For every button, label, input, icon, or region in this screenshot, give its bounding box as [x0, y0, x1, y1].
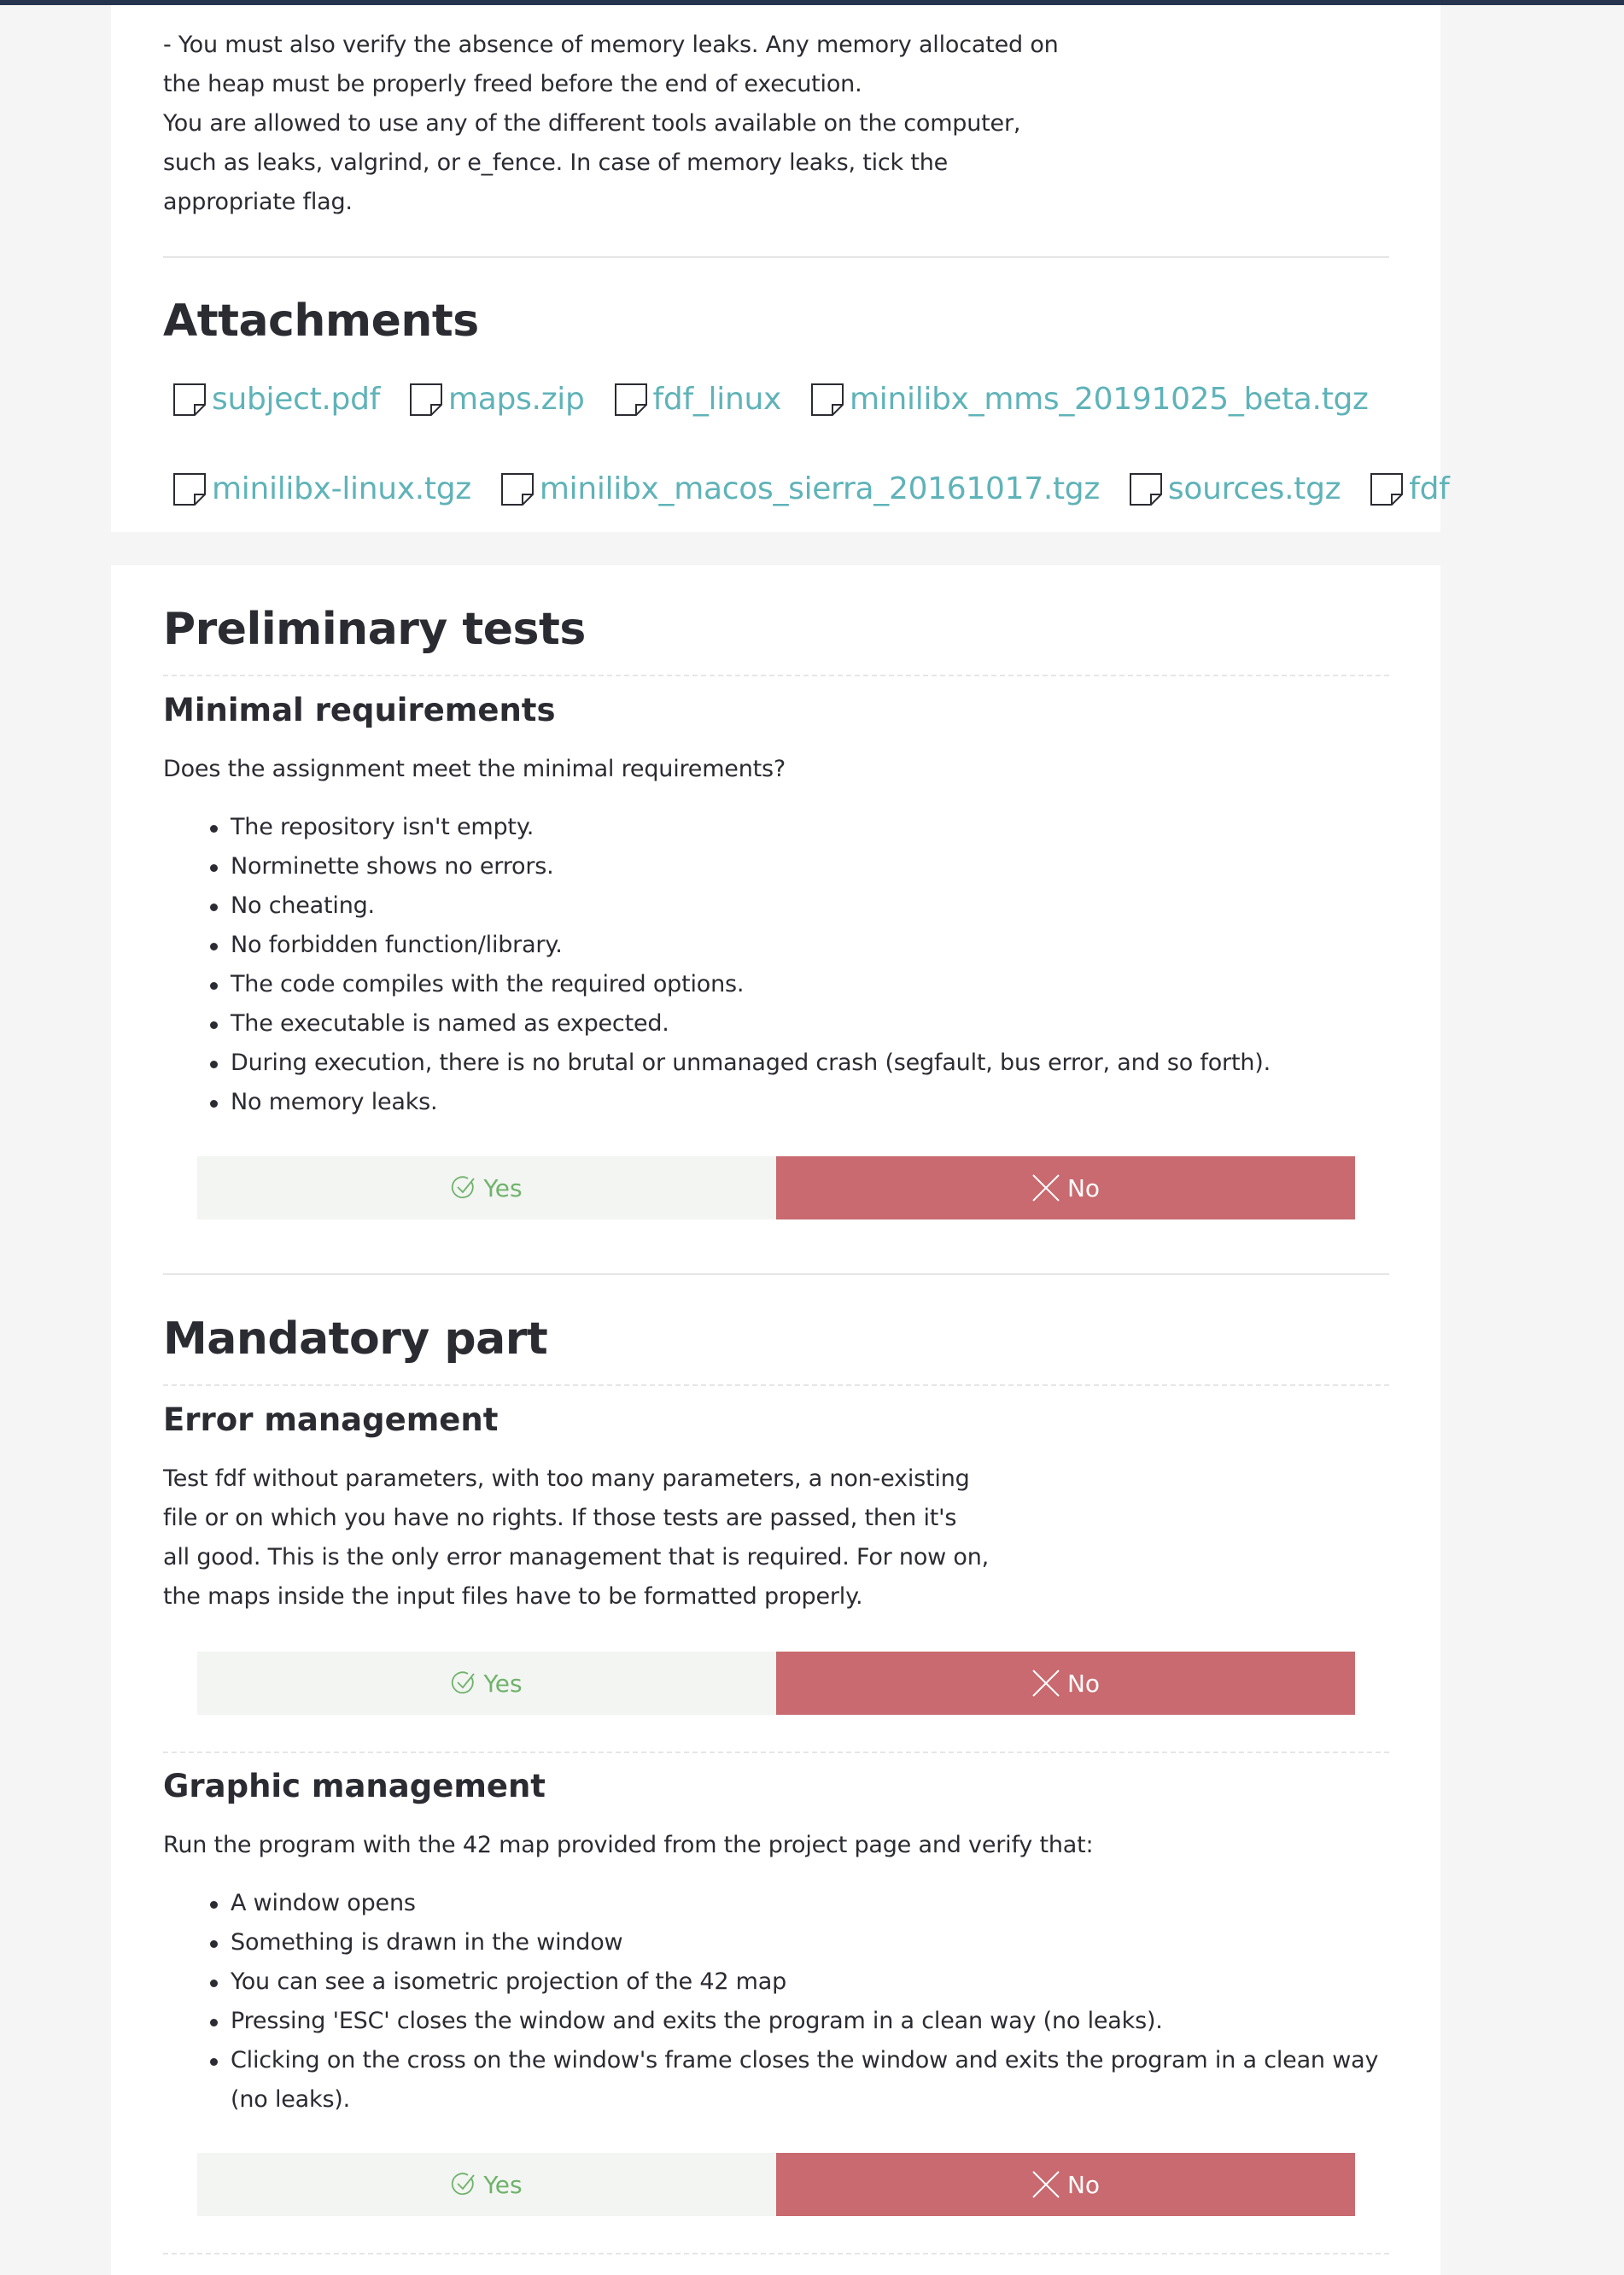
list-item: Norminette shows no errors. — [163, 847, 1389, 886]
list-item: You can see a isometric projection of th… — [163, 1962, 1393, 2002]
attachments-card: - You must also verify the absence of me… — [111, 5, 1450, 532]
file-icon — [409, 383, 445, 417]
list-item: No memory leaks. — [163, 1083, 1389, 1122]
list-item: The code compiles with the required opti… — [163, 965, 1389, 1004]
check-circle-icon — [451, 1175, 476, 1201]
attachments-row: subject.pdf maps.zip fdf_linux minilibx_… — [172, 381, 1398, 418]
error-line: all good. This is the only error managem… — [163, 1544, 990, 1570]
yes-button[interactable]: Yes — [197, 1156, 776, 1219]
cross-icon — [1031, 1669, 1060, 1698]
no-label: No — [1066, 2170, 1101, 2199]
error-line: file or on which you have no rights. If … — [163, 1505, 957, 1531]
divider — [163, 1752, 1389, 1753]
attachment-fdf-linux[interactable]: fdf_linux — [614, 381, 781, 418]
intro-line: - You must also verify the absence of me… — [163, 32, 1059, 58]
file-icon — [810, 383, 846, 417]
list-item: A window opens — [163, 1884, 1393, 1923]
mandatory-title: Mandatory part — [163, 1313, 548, 1365]
divider — [163, 1273, 1389, 1275]
attachment-label: minilibx_mms_20191025_beta.tgz — [850, 382, 1369, 417]
list-item: No forbidden function/library. — [163, 926, 1389, 965]
attachment-fdf[interactable]: fdf — [1370, 471, 1450, 508]
attachment-label: minilibx-linux.tgz — [212, 471, 471, 506]
no-label: No — [1066, 1173, 1101, 1202]
error-management-buttons: Yes No — [197, 1652, 1355, 1715]
no-label: No — [1066, 1669, 1101, 1698]
yes-button[interactable]: Yes — [197, 1652, 776, 1715]
check-circle-icon — [451, 2172, 476, 2197]
no-button[interactable]: No — [776, 1652, 1355, 1715]
attachment-minilibx-linux[interactable]: minilibx-linux.tgz — [172, 471, 471, 508]
divider — [163, 2253, 1389, 2255]
attachments-row: minilibx-linux.tgz minilibx_macos_sierra… — [172, 471, 1479, 508]
attachment-minilibx-macos[interactable]: minilibx_macos_sierra_20161017.tgz — [500, 471, 1100, 508]
preliminary-title: Preliminary tests — [163, 604, 586, 655]
list-item: Pressing 'ESC' closes the window and exi… — [163, 2002, 1393, 2041]
minimal-requirements-question: Does the assignment meet the minimal req… — [163, 756, 786, 782]
intro-line: the heap must be properly freed before t… — [163, 71, 862, 97]
yes-label: Yes — [483, 1173, 523, 1202]
list-item: During execution, there is no brutal or … — [163, 1044, 1389, 1083]
minimal-requirements-list: The repository isn't empty. Norminette s… — [163, 808, 1389, 1122]
graphic-management-buttons: Yes No — [197, 2153, 1355, 2216]
minimal-requirements-buttons: Yes No — [197, 1156, 1355, 1219]
divider — [163, 256, 1389, 258]
list-item: The repository isn't empty. — [163, 808, 1389, 847]
cross-icon — [1031, 2170, 1060, 2199]
cross-icon — [1031, 1173, 1060, 1202]
file-icon — [1370, 472, 1405, 506]
list-item: The executable is named as expected. — [163, 1004, 1389, 1044]
attachment-label: maps.zip — [448, 382, 585, 417]
attachment-maps-zip[interactable]: maps.zip — [409, 381, 585, 418]
list-item: Something is drawn in the window — [163, 1923, 1393, 1962]
attachment-sources[interactable]: sources.tgz — [1129, 471, 1341, 508]
intro-line: appropriate flag. — [163, 189, 353, 215]
error-management-text: Test fdf without parameters, with too ma… — [163, 1459, 1389, 1617]
attachment-label: minilibx_macos_sierra_20161017.tgz — [539, 471, 1100, 506]
attachment-label: fdf — [1409, 471, 1450, 506]
file-icon — [1129, 472, 1165, 506]
yes-label: Yes — [483, 1669, 523, 1698]
file-icon — [172, 383, 208, 417]
attachment-minilibx-mms[interactable]: minilibx_mms_20191025_beta.tgz — [810, 381, 1369, 418]
attachment-subject-pdf[interactable]: subject.pdf — [172, 381, 380, 418]
list-item: Clicking on the cross on the window's fr… — [163, 2041, 1393, 2120]
attachment-label: sources.tgz — [1167, 471, 1341, 506]
graphic-management-title: Graphic management — [163, 1768, 546, 1804]
no-button[interactable]: No — [776, 2153, 1355, 2216]
attachments-title: Attachments — [163, 295, 479, 347]
divider — [163, 1384, 1389, 1386]
yes-button[interactable]: Yes — [197, 2153, 776, 2216]
attachment-label: fdf_linux — [652, 382, 782, 417]
graphic-management-intro: Run the program with the 42 map provided… — [163, 1832, 1094, 1858]
intro-paragraph: - You must also verify the absence of me… — [163, 26, 1389, 222]
no-button[interactable]: No — [776, 1156, 1355, 1219]
attachment-label: subject.pdf — [212, 382, 381, 417]
list-item: No cheating. — [163, 886, 1389, 926]
graphic-management-list: A window opens Something is drawn in the… — [163, 1884, 1393, 2120]
file-icon — [172, 472, 208, 506]
yes-label: Yes — [483, 2170, 523, 2199]
intro-line: such as leaks, valgrind, or e_fence. In … — [163, 149, 949, 176]
error-line: the maps inside the input files have to … — [163, 1583, 863, 1610]
error-management-title: Error management — [163, 1401, 499, 1438]
file-icon — [614, 383, 650, 417]
file-icon — [500, 472, 536, 506]
intro-line: You are allowed to use any of the differ… — [163, 110, 1021, 137]
error-line: Test fdf without parameters, with too ma… — [163, 1465, 970, 1492]
scale-card: Preliminary tests Minimal requirements D… — [111, 565, 1440, 2275]
minimal-requirements-title: Minimal requirements — [163, 692, 556, 728]
divider — [163, 675, 1389, 676]
check-circle-icon — [451, 1670, 476, 1696]
